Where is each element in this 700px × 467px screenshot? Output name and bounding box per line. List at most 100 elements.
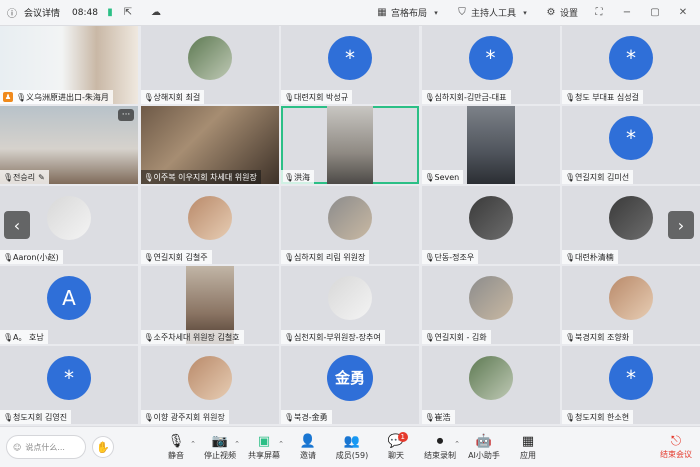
host-tools-button[interactable]: ⛉ 主持人工具 ▾ bbox=[456, 6, 531, 19]
participant-label: 🎙 소주차세대 위원장 김철호 bbox=[140, 330, 244, 344]
participant-label: 🎙 이주복 이우지회 차세대 위원장 bbox=[140, 170, 261, 184]
mic-muted-icon: 🎙 bbox=[143, 412, 154, 422]
participant-name: 심천지회-부위원장-장추여 bbox=[294, 332, 381, 342]
mic-muted-icon: 🎙 bbox=[3, 332, 14, 342]
participant-label: ♟ 🎙 义乌洲原进出口-朱海月 bbox=[0, 90, 113, 104]
chevron-up-icon[interactable]: ⌃ bbox=[454, 440, 460, 448]
participant-tile[interactable]: A 🎙 A。 호남 bbox=[0, 266, 138, 344]
signal-icon[interactable]: ▮ bbox=[104, 7, 116, 19]
cloud-icon[interactable]: ☁ bbox=[150, 7, 162, 19]
avatar: * bbox=[468, 35, 513, 80]
ai-assistant-button[interactable]: 🤖 AI小助手 bbox=[462, 434, 506, 461]
apps-button[interactable]: ▦ 应用 bbox=[506, 434, 550, 461]
avatar bbox=[468, 355, 513, 400]
apps-grid-icon: ▦ bbox=[521, 433, 535, 449]
chat-placeholder: 说点什么... bbox=[25, 442, 65, 452]
mute-button[interactable]: 🎙 静音 ⌃ bbox=[154, 434, 198, 461]
avatar: * bbox=[47, 355, 91, 400]
mic-muted-icon: 🎙 bbox=[565, 412, 576, 422]
participant-tile[interactable]: 🎙 Seven bbox=[421, 106, 560, 184]
participant-tile[interactable]: 🎙 이향 광주지회 위원장 bbox=[140, 346, 279, 424]
avatar bbox=[609, 195, 653, 240]
invite-icon: 👤 bbox=[299, 433, 317, 449]
participant-name: 연길지회 - 김화 bbox=[434, 332, 487, 342]
participant-tile[interactable]: 🎙 연길지회 - 김화 bbox=[421, 266, 560, 344]
participant-name: 상해지회 최걸 bbox=[153, 92, 201, 102]
participant-tile[interactable]: * 🎙 청도지회 김영진 bbox=[0, 346, 138, 424]
participant-tile[interactable]: * 🎙 연길지회 김미선 bbox=[562, 106, 700, 184]
chat-quick-input[interactable]: ☺ 说点什么... bbox=[6, 435, 86, 459]
hand-icon: ✋ bbox=[96, 440, 110, 454]
avatar: * bbox=[609, 35, 653, 80]
mic-muted-icon: 🎙 bbox=[143, 172, 154, 182]
invite-label: 邀请 bbox=[300, 450, 316, 460]
participant-label: 🎙 북경-金勇 bbox=[281, 410, 332, 424]
meeting-details-link[interactable]: 会议详情 bbox=[24, 6, 60, 19]
layout-button[interactable]: ▦ 宫格布局 ▾ bbox=[376, 6, 442, 19]
participant-tile[interactable]: 🎙 심천지회-부위원장-장추여 bbox=[281, 266, 419, 344]
settings-label: 设置 bbox=[559, 9, 578, 19]
stop-video-button[interactable]: 📷 停止视频 ⌃ bbox=[198, 434, 242, 461]
participant-tile[interactable]: 🎙 연길지회 김철주 bbox=[140, 186, 279, 264]
info-icon[interactable]: ⓘ bbox=[6, 7, 18, 20]
mic-icon: 🎙 bbox=[16, 92, 27, 102]
participant-name: 심하지회 리림 위원장 bbox=[294, 252, 366, 262]
participant-tile[interactable]: ··· 🎙 전승리 ✎ bbox=[0, 106, 138, 184]
mic-muted-icon: 🎙 bbox=[3, 412, 14, 422]
participant-name: 洪海 bbox=[294, 172, 310, 182]
participant-tile[interactable]: 🎙 崔浩 bbox=[421, 346, 560, 424]
participant-tile[interactable]: ♟ 🎙 义乌洲原进出口-朱海月 bbox=[0, 26, 138, 104]
raise-hand-button[interactable]: ✋ bbox=[92, 436, 114, 458]
participant-name: Aaron(小赵) bbox=[13, 252, 59, 262]
participant-name: 청도지회 한소현 bbox=[575, 412, 630, 422]
previous-page-button[interactable]: ‹ bbox=[4, 211, 30, 239]
participant-tile[interactable]: 🎙 단동-정조우 bbox=[421, 186, 560, 264]
participant-name: A。 호남 bbox=[13, 332, 44, 342]
share-link-icon[interactable]: ⇱ bbox=[122, 7, 134, 19]
participant-tile[interactable]: * 🎙 대련지회 박성규 bbox=[281, 26, 419, 104]
participant-tile[interactable]: 🎙 소주차세대 위원장 김철호 bbox=[140, 266, 279, 344]
participant-label: 🎙 崔浩 bbox=[421, 410, 455, 424]
more-options-button[interactable]: ··· bbox=[118, 109, 134, 121]
participant-label: 🎙 전승리 ✎ bbox=[0, 170, 49, 184]
share-screen-icon: ▣ bbox=[257, 433, 271, 449]
chat-button[interactable]: 💬 1 聊天 bbox=[374, 431, 418, 461]
avatar bbox=[468, 275, 513, 320]
participant-name: 대련지회 박성규 bbox=[294, 92, 349, 102]
chevron-up-icon[interactable]: ⌃ bbox=[190, 440, 196, 448]
participant-tile[interactable]: 🎙 심하지회 리림 위원장 bbox=[281, 186, 419, 264]
mic-muted-icon: 🎙 bbox=[284, 332, 295, 342]
participant-tile[interactable]: 🎙 상해지회 최걸 bbox=[140, 26, 279, 104]
record-label: 结束录制 bbox=[424, 450, 456, 460]
next-page-button[interactable]: › bbox=[668, 211, 694, 239]
participant-tile[interactable]: * 🎙 청도 부대표 심성걸 bbox=[562, 26, 700, 104]
fullscreen-icon[interactable]: ⛶ bbox=[592, 6, 606, 20]
participant-label: 🎙 대련지회 박성규 bbox=[281, 90, 353, 104]
maximize-icon[interactable]: ▢ bbox=[648, 6, 662, 20]
close-icon[interactable]: ✕ bbox=[676, 6, 690, 20]
participant-name: 북경지회 조향화 bbox=[575, 332, 630, 342]
participant-name: 단동-정조우 bbox=[434, 252, 475, 262]
minimize-icon[interactable]: − bbox=[620, 6, 634, 20]
chevron-up-icon[interactable]: ⌃ bbox=[234, 440, 240, 448]
participant-tile[interactable]: 🎙 북경지회 조향화 bbox=[562, 266, 700, 344]
end-meeting-button[interactable]: ⎋ 结束会议 bbox=[660, 434, 692, 460]
edit-icon[interactable]: ✎ bbox=[38, 173, 45, 182]
chevron-up-icon[interactable]: ⌃ bbox=[278, 440, 284, 448]
participant-tile[interactable]: 🎙 이주복 이우지회 차세대 위원장 bbox=[140, 106, 279, 184]
emoji-icon[interactable]: ☺ bbox=[13, 443, 21, 452]
participant-label: 🎙 洪海 bbox=[281, 170, 314, 184]
participant-tile-active-speaker[interactable]: 🎙 洪海 bbox=[281, 106, 419, 184]
end-recording-button[interactable]: ⏺ 结束录制 ⌃ bbox=[418, 434, 462, 461]
participant-label: 🎙 북경지회 조향화 bbox=[562, 330, 634, 344]
share-screen-button[interactable]: ▣ 共享屏幕 ⌃ bbox=[242, 434, 286, 461]
exit-icon: ⎋ bbox=[670, 434, 682, 449]
participant-tile[interactable]: 金勇 🎙 북경-金勇 bbox=[281, 346, 419, 424]
participant-tile[interactable]: * 🎙 심하지회-김만금-대표 bbox=[421, 26, 560, 104]
settings-button[interactable]: ⚙ 设置 bbox=[545, 6, 579, 19]
apps-label: 应用 bbox=[520, 450, 536, 460]
invite-button[interactable]: 👤 邀请 bbox=[286, 434, 330, 461]
members-button[interactable]: 👥 成员(59) bbox=[330, 434, 374, 461]
avatar: * bbox=[328, 35, 372, 80]
participant-tile[interactable]: * 🎙 청도지회 한소현 bbox=[562, 346, 700, 424]
